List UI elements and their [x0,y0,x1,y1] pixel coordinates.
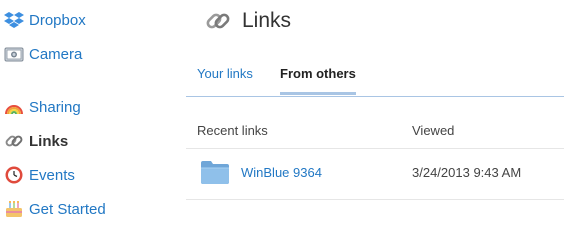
sidebar-item-events[interactable]: Events [4,163,75,187]
sidebar-item-links[interactable]: Links [4,129,68,153]
column-header-recent-links: Recent links [197,123,268,138]
sidebar-item-label: Links [29,132,69,150]
rainbow-icon [4,97,24,117]
tab-from-others[interactable]: From others [280,66,356,95]
page-header: Links [204,6,291,36]
table-row[interactable]: WinBlue 9364 3/24/2013 9:43 AM [186,149,564,200]
link-name[interactable]: WinBlue 9364 [241,165,322,180]
sidebar-item-sharing[interactable]: Sharing [4,95,81,119]
sidebar: Dropbox Camera Sharing Links Events Get … [0,0,180,242]
sidebar-item-label: Camera [29,45,83,63]
dropbox-icon [4,10,24,30]
main-content: Links Your links From others Recent link… [186,0,564,242]
cake-icon [4,199,24,219]
chain-link-icon [4,131,24,151]
sidebar-item-dropbox[interactable]: Dropbox [4,8,86,32]
sidebar-item-label: Sharing [29,98,81,116]
viewed-timestamp: 3/24/2013 9:43 AM [412,165,522,180]
sidebar-item-label: Dropbox [29,11,86,29]
table-header: Recent links Viewed [186,116,564,149]
camera-icon [4,44,24,64]
chain-link-icon [204,7,232,35]
sidebar-item-camera[interactable]: Camera [4,42,82,66]
tab-bar: Your links From others [186,62,564,97]
clock-icon [4,165,24,185]
sidebar-item-get-started[interactable]: Get Started [4,197,106,221]
column-header-viewed: Viewed [412,123,455,138]
page-title: Links [242,9,292,32]
tab-your-links[interactable]: Your links [197,66,253,94]
sidebar-item-label: Events [29,166,75,184]
folder-icon [200,159,230,185]
sidebar-item-label: Get Started [29,200,106,218]
